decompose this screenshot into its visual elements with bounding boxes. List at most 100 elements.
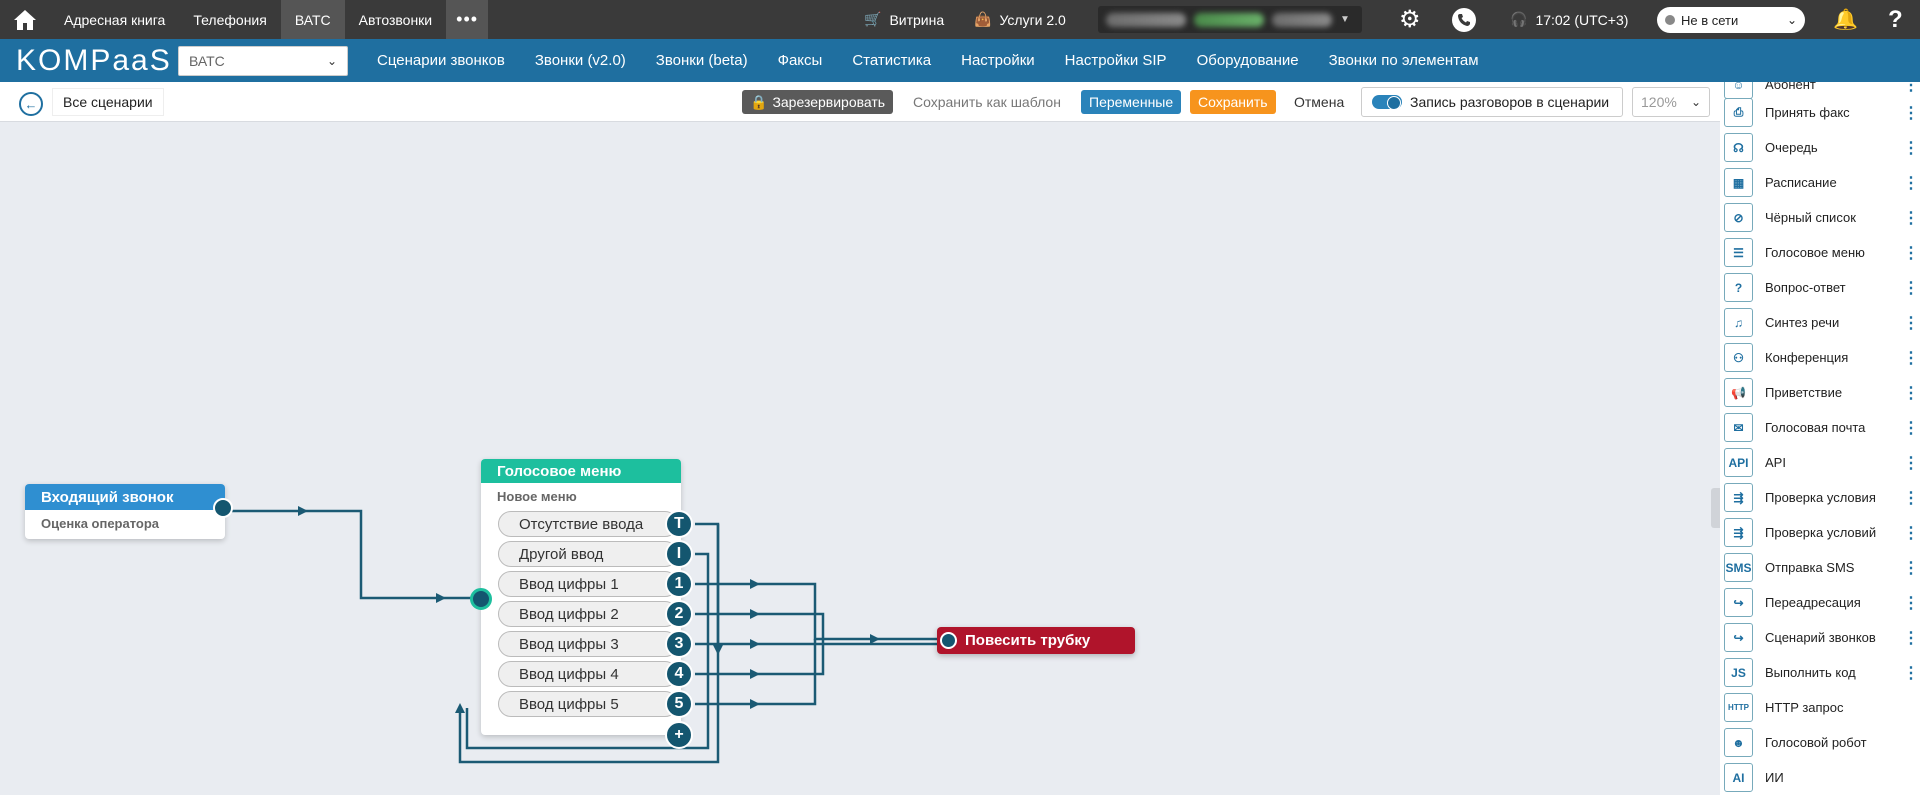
ivr-option-no-input[interactable]: Отсутствие ввода (498, 511, 678, 537)
panel-item-ivr[interactable]: ☰ Голосовое меню ⋮ (1720, 235, 1920, 270)
panel-item-queue[interactable]: ☊ Очередь ⋮ (1720, 130, 1920, 165)
ivr-add-port-button[interactable]: + (665, 721, 693, 749)
toplink-addressbook[interactable]: Адресная книга (50, 0, 179, 39)
kebab-menu-icon[interactable]: ⋮ (1903, 278, 1919, 298)
hangup-node[interactable]: Повесить трубку (937, 627, 1135, 654)
hangup-input-port[interactable] (940, 632, 957, 649)
ivr-port-5[interactable]: 5 (665, 690, 693, 718)
kebab-menu-icon[interactable]: ⋮ (1903, 488, 1919, 508)
reserve-button[interactable]: 🔒 Зарезервировать (742, 90, 894, 114)
panel-item-api[interactable]: API API ⋮ (1720, 445, 1920, 480)
panel-item-greeting[interactable]: 📢 Приветствие ⋮ (1720, 375, 1920, 410)
kebab-menu-icon[interactable]: ⋮ (1903, 383, 1919, 403)
services-link[interactable]: 👜 Услуги 2.0 (974, 0, 1066, 39)
kebab-menu-icon[interactable]: ⋮ (1903, 243, 1919, 263)
panel-item-conference[interactable]: ⚇ Конференция ⋮ (1720, 340, 1920, 375)
incoming-output-port[interactable] (213, 498, 233, 518)
nav-call-scenarios[interactable]: Сценарии звонков (362, 52, 520, 69)
ivr-port-3[interactable]: 3 (665, 630, 693, 658)
cancel-button[interactable]: Отмена (1286, 90, 1352, 114)
kebab-menu-icon[interactable]: ⋮ (1903, 313, 1919, 333)
panel-item-conditions[interactable]: ⇶ Проверка условий ⋮ (1720, 515, 1920, 550)
toplink-vpbx[interactable]: ВАТС (280, 0, 345, 39)
kebab-menu-icon[interactable]: ⋮ (1903, 103, 1919, 123)
account-selector[interactable]: ▼ (1098, 6, 1362, 33)
panel-item-voicemail[interactable]: ✉ Голосовая почта ⋮ (1720, 410, 1920, 445)
kebab-menu-icon[interactable]: ⋮ (1903, 558, 1919, 578)
nav-calls-beta[interactable]: Звонки (beta) (641, 52, 763, 69)
kebab-menu-icon[interactable]: ⋮ (1903, 82, 1919, 95)
nav-settings[interactable]: Настройки (946, 52, 1050, 69)
panel-item-run-code[interactable]: JS Выполнить код ⋮ (1720, 655, 1920, 690)
nav-equipment[interactable]: Оборудование (1182, 52, 1314, 69)
zoom-select[interactable]: 120% ⌄ (1632, 87, 1710, 117)
nav-statistics[interactable]: Статистика (837, 52, 946, 69)
panel-item-ai[interactable]: AI ИИ (1720, 760, 1920, 795)
panel-item-forward[interactable]: ↪ Переадресация ⋮ (1720, 585, 1920, 620)
back-arrow-icon[interactable]: ← (19, 92, 43, 116)
nav-calls-by-elements[interactable]: Звонки по элементам (1314, 52, 1494, 69)
save-button[interactable]: Сохранить (1190, 90, 1276, 114)
pbx-select[interactable]: ВАТС ⌄ (178, 45, 348, 76)
toplink-telephony[interactable]: Телефония (179, 0, 280, 39)
panel-item-label: Выполнить код (1765, 665, 1856, 680)
more-menu-icon[interactable]: ••• (446, 0, 489, 39)
lock-icon: 🔒 (750, 93, 768, 110)
showcase-link[interactable]: 🛒 Витрина (864, 0, 944, 39)
ivr-option-other-input[interactable]: Другой ввод (498, 541, 678, 567)
ivr-node[interactable]: Голосовое меню Новое меню Отсутствие вво… (481, 459, 681, 735)
panel-collapse-handle[interactable] (1711, 488, 1720, 528)
panel-item-http[interactable]: HTTP HTTP запрос (1720, 690, 1920, 725)
kebab-menu-icon[interactable]: ⋮ (1903, 348, 1919, 368)
robot-icon: ☻ (1724, 728, 1753, 757)
kebab-menu-icon[interactable]: ⋮ (1903, 663, 1919, 683)
help-icon[interactable]: ? (1888, 0, 1903, 39)
status-select[interactable]: Не в сети ⌄ (1657, 7, 1805, 33)
kebab-menu-icon[interactable]: ⋮ (1903, 173, 1919, 193)
panel-item-condition[interactable]: ⇶ Проверка условия ⋮ (1720, 480, 1920, 515)
ivr-option-digit-2[interactable]: Ввод цифры 2 (498, 601, 678, 627)
panel-item-tts[interactable]: ♫ Синтез речи ⋮ (1720, 305, 1920, 340)
kebab-menu-icon[interactable]: ⋮ (1903, 418, 1919, 438)
kebab-menu-icon[interactable]: ⋮ (1903, 453, 1919, 473)
kebab-menu-icon[interactable]: ⋮ (1903, 593, 1919, 613)
nav-sip-settings[interactable]: Настройки SIP (1050, 52, 1182, 69)
ivr-option-digit-1[interactable]: Ввод цифры 1 (498, 571, 678, 597)
panel-item-blacklist[interactable]: ⊘ Чёрный список ⋮ (1720, 200, 1920, 235)
ivr-port-invalid[interactable]: I (665, 540, 693, 568)
ivr-port-timeout[interactable]: T (665, 510, 693, 538)
phone-icon[interactable] (1451, 0, 1477, 39)
panel-item-qa[interactable]: ? Вопрос-ответ ⋮ (1720, 270, 1920, 305)
kebab-menu-icon[interactable]: ⋮ (1903, 628, 1919, 648)
all-scenarios-button[interactable]: Все сценарии (52, 88, 164, 116)
record-calls-toggle[interactable]: Запись разговоров в сценарии (1361, 87, 1623, 117)
record-switch[interactable] (1372, 95, 1402, 110)
kebab-menu-icon[interactable]: ⋮ (1903, 138, 1919, 158)
queue-icon: ☊ (1724, 133, 1753, 162)
panel-item-fax[interactable]: ⎙ Принять факс ⋮ (1720, 95, 1920, 130)
ivr-input-port[interactable] (470, 588, 492, 610)
ivr-port-1[interactable]: 1 (665, 570, 693, 598)
ivr-option-digit-4[interactable]: Ввод цифры 4 (498, 661, 678, 687)
toplink-autocalls[interactable]: Автозвонки (345, 0, 447, 39)
bell-icon[interactable]: 🔔 (1833, 0, 1858, 39)
settings-gear-icon[interactable]: ⚙ (1399, 0, 1421, 39)
panel-item-scenario[interactable]: ↪ Сценарий звонков ⋮ (1720, 620, 1920, 655)
incoming-call-node[interactable]: Входящий звонок Оценка оператора (25, 484, 225, 539)
home-icon[interactable] (0, 0, 50, 39)
ivr-option-digit-3[interactable]: Ввод цифры 3 (498, 631, 678, 657)
panel-item-schedule[interactable]: ▦ Расписание ⋮ (1720, 165, 1920, 200)
kebab-menu-icon[interactable]: ⋮ (1903, 208, 1919, 228)
variables-button[interactable]: Переменные (1081, 90, 1182, 114)
ivr-port-4[interactable]: 4 (665, 660, 693, 688)
nav-faxes[interactable]: Факсы (763, 52, 838, 69)
ivr-option-digit-5[interactable]: Ввод цифры 5 (498, 691, 678, 717)
ivr-port-2[interactable]: 2 (665, 600, 693, 628)
panel-item-voice-robot[interactable]: ☻ Голосовой робот (1720, 725, 1920, 760)
scenario-canvas[interactable] (0, 122, 1720, 795)
save-as-template-button[interactable]: Сохранить как шаблон (905, 90, 1069, 114)
kebab-menu-icon[interactable]: ⋮ (1903, 523, 1919, 543)
panel-item-sms[interactable]: SMS Отправка SMS ⋮ (1720, 550, 1920, 585)
nav-calls-v2[interactable]: Звонки (v2.0) (520, 52, 641, 69)
kompaas-logo[interactable]: KOMPaaS (0, 44, 178, 78)
